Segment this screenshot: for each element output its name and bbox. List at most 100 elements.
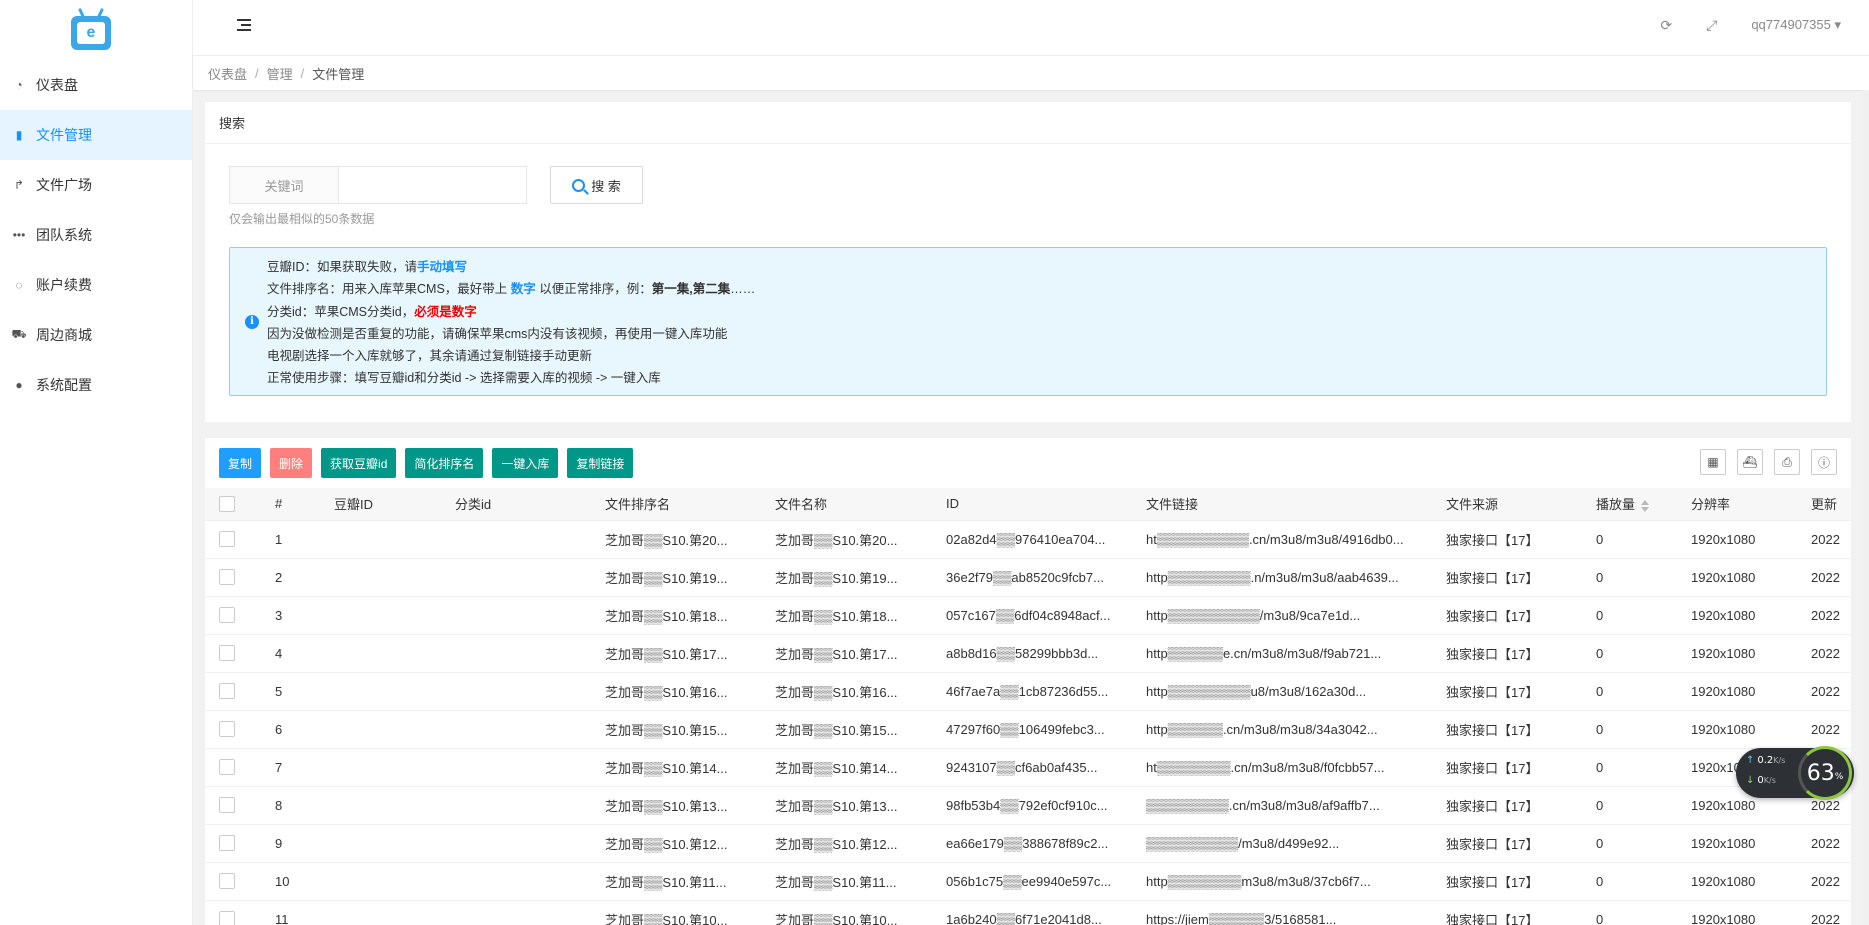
- fetch-douban-id-button[interactable]: 获取豆瓣id: [321, 448, 397, 478]
- col-index: #: [275, 488, 334, 521]
- more-icon: •••: [12, 228, 26, 242]
- table-row[interactable]: 8 芝加哥▒▒S10.第13... 芝加哥▒▒S10.第13... 98fb53b4▒…: [205, 786, 1851, 825]
- cell-category-id: [455, 596, 605, 635]
- row-checkbox[interactable]: [219, 683, 235, 700]
- sidebar-item-0[interactable]: ◔ 仪表盘: [0, 60, 192, 110]
- table-row[interactable]: 1 芝加哥▒▒S10.第20... 芝加哥▒▒S10.第20... 02a82d4▒▒…: [205, 520, 1851, 559]
- user-icon: ●: [15, 378, 23, 392]
- one-click-import-button[interactable]: 一键入库: [492, 448, 559, 478]
- sidebar-item-6[interactable]: ● 系统配置: [0, 360, 192, 410]
- table-row[interactable]: 3 芝加哥▒▒S10.第18... 芝加哥▒▒S10.第18... 057c167▒▒…: [205, 596, 1851, 635]
- page-scrollbar[interactable]: [1863, 90, 1869, 925]
- row-checkbox[interactable]: [219, 645, 235, 662]
- delete-button[interactable]: 删除: [270, 448, 313, 478]
- table-row[interactable]: 6 芝加哥▒▒S10.第15... 芝加哥▒▒S10.第15... 47297f60▒…: [205, 710, 1851, 749]
- cell-file-name: 芝加哥▒▒S10.第12...: [775, 824, 946, 863]
- row-checkbox: [205, 748, 275, 787]
- row-checkbox[interactable]: [219, 911, 235, 925]
- cell-updated: 2022: [1811, 596, 1851, 635]
- info-line: 文件排序名：用来入库苹果CMS，最好带上 数字 以便正常排序，例：第一集,第二集…: [267, 282, 756, 297]
- columns-filter-icon[interactable]: ▦: [1700, 449, 1726, 475]
- cell-douban-id: [334, 710, 455, 749]
- breadcrumb-manage[interactable]: 管理: [267, 64, 293, 83]
- sidebar-item-3[interactable]: ••• 团队系统: [0, 210, 192, 260]
- fullscreen-icon[interactable]: ⤢: [1706, 17, 1717, 34]
- cell-resolution: 1920x1080: [1691, 520, 1811, 559]
- sidebar-item-1[interactable]: ▮ 文件管理: [0, 110, 192, 160]
- table-row[interactable]: 4 芝加哥▒▒S10.第17... 芝加哥▒▒S10.第17... a8b8d16▒▒…: [205, 634, 1851, 673]
- row-checkbox[interactable]: [219, 569, 235, 586]
- search-card: 搜索 关键词 搜 索 仅会输出最相似的50条数据 i 豆瓣ID：如果获取失败，请…: [205, 102, 1851, 422]
- sidebar-item-label: 仪表盘: [36, 77, 78, 93]
- row-checkbox[interactable]: [219, 873, 235, 890]
- refresh-icon[interactable]: ⟳: [1660, 17, 1672, 34]
- copy-link-button[interactable]: 复制链接: [567, 448, 634, 478]
- row-checkbox[interactable]: [219, 759, 235, 776]
- sidebar-item-label: 周边商城: [36, 327, 92, 343]
- print-icon[interactable]: ⎙: [1774, 449, 1800, 475]
- table-row[interactable]: 7 芝加哥▒▒S10.第14... 芝加哥▒▒S10.第14... 9243107▒▒…: [205, 748, 1851, 787]
- table-row[interactable]: 9 芝加哥▒▒S10.第12... 芝加哥▒▒S10.第12... ea66e179▒…: [205, 824, 1851, 863]
- export-icon[interactable]: ⛴: [1737, 449, 1763, 475]
- col-douban-id: 豆瓣ID: [334, 488, 455, 521]
- cell-douban-id: [334, 900, 455, 925]
- row-checkbox[interactable]: [219, 531, 235, 548]
- cell-updated: 2022: [1811, 900, 1851, 925]
- sidebar-item-4[interactable]: ◌ 账户续费: [0, 260, 192, 310]
- table-row[interactable]: 10 芝加哥▒▒S10.第11... 芝加哥▒▒S10.第11... 056b1c75…: [205, 862, 1851, 901]
- simplify-sort-name-button[interactable]: 简化排序名: [405, 448, 484, 478]
- user-menu[interactable]: qq774907355 ▾: [1751, 17, 1841, 33]
- tv-logo-icon: e: [71, 16, 111, 50]
- cell-sort-name: 芝加哥▒▒S10.第17...: [605, 634, 775, 673]
- info-icon: i: [245, 315, 259, 329]
- file-table: # 豆瓣ID 分类id 文件排序名 文件名称 ID 文件链接 文件来源 播放量 …: [205, 488, 1851, 925]
- keyword-label: 关键词: [229, 166, 339, 204]
- cell-file-link: http▒▒▒▒▒▒.cn/m3u8/m3u8/34a3042...: [1146, 710, 1446, 749]
- info-line: 豆瓣ID：如果获取失败，请手动填写: [267, 260, 468, 274]
- cell-sort-name: 芝加哥▒▒S10.第11...: [605, 862, 775, 901]
- cell-updated: 2022: [1811, 672, 1851, 711]
- info-circle-icon[interactable]: ⓘ: [1811, 449, 1837, 475]
- cell-category-id: [455, 900, 605, 925]
- col-plays[interactable]: 播放量: [1596, 488, 1691, 521]
- row-checkbox[interactable]: [219, 797, 235, 814]
- search-button[interactable]: 搜 索: [550, 166, 643, 204]
- info-line: 分类id：苹果CMS分类id，必须是数字: [267, 304, 477, 319]
- sidebar-nav: ◔ 仪表盘 ▮ 文件管理 ↱ 文件广场 ••• 团队系统 ◌ 账户续费 ⛟ 周边商城 ● 系统配置: [0, 60, 192, 410]
- cell-index: 9: [275, 824, 334, 863]
- net-speed-widget[interactable]: ↑ 0.2K/s ↓ 0K/s 63%: [1736, 746, 1854, 800]
- cell-resolution: 1920x1080: [1691, 862, 1811, 901]
- select-all-checkbox[interactable]: [219, 496, 235, 513]
- sidebar-item-5[interactable]: ⛟ 周边商城: [0, 310, 192, 360]
- cell-updated: 2022: [1811, 710, 1851, 749]
- menu-toggle-icon[interactable]: [237, 19, 251, 31]
- copy-button[interactable]: 复制: [219, 448, 262, 478]
- table-row[interactable]: 2 芝加哥▒▒S10.第19... 芝加哥▒▒S10.第19... 36e2f79▒▒…: [205, 558, 1851, 597]
- row-checkbox[interactable]: [219, 607, 235, 624]
- keyword-input[interactable]: [339, 166, 527, 204]
- cell-plays: 0: [1596, 558, 1691, 597]
- cell-id: 9243107▒▒cf6ab0af435...: [946, 748, 1146, 787]
- row-checkbox[interactable]: [219, 835, 235, 852]
- breadcrumb: 仪表盘 / 管理 / 文件管理: [193, 56, 1869, 90]
- upload-rate: ↑ 0.2K/s: [1746, 755, 1786, 766]
- search-card-title: 搜索: [205, 102, 1851, 144]
- cell-plays: 0: [1596, 900, 1691, 925]
- breadcrumb-dashboard[interactable]: 仪表盘: [208, 64, 247, 83]
- table-row[interactable]: 5 芝加哥▒▒S10.第16... 芝加哥▒▒S10.第16... 46f7ae7a▒…: [205, 672, 1851, 711]
- download-rate: ↓ 0K/s: [1746, 775, 1776, 786]
- sidebar-item-2[interactable]: ↱ 文件广场: [0, 160, 192, 210]
- cell-plays: 0: [1596, 710, 1691, 749]
- table-row[interactable]: 11 芝加哥▒▒S10.第10... 芝加哥▒▒S10.第10... 1a6b240▒…: [205, 900, 1851, 925]
- cell-douban-id: [334, 862, 455, 901]
- col-id: ID: [946, 488, 1146, 521]
- cell-index: 4: [275, 634, 334, 673]
- sort-icon[interactable]: [1641, 499, 1650, 512]
- cell-updated: 2022: [1811, 634, 1851, 673]
- cell-updated: 2022: [1811, 558, 1851, 597]
- cell-file-link: ▒▒▒▒▒▒▒▒▒▒/m3u8/d499e92...: [1146, 824, 1446, 863]
- logo[interactable]: e: [0, 0, 192, 60]
- cell-updated: 2022: [1811, 824, 1851, 863]
- top-header: ⟳ ⤢ qq774907355 ▾: [193, 0, 1869, 56]
- row-checkbox[interactable]: [219, 721, 235, 738]
